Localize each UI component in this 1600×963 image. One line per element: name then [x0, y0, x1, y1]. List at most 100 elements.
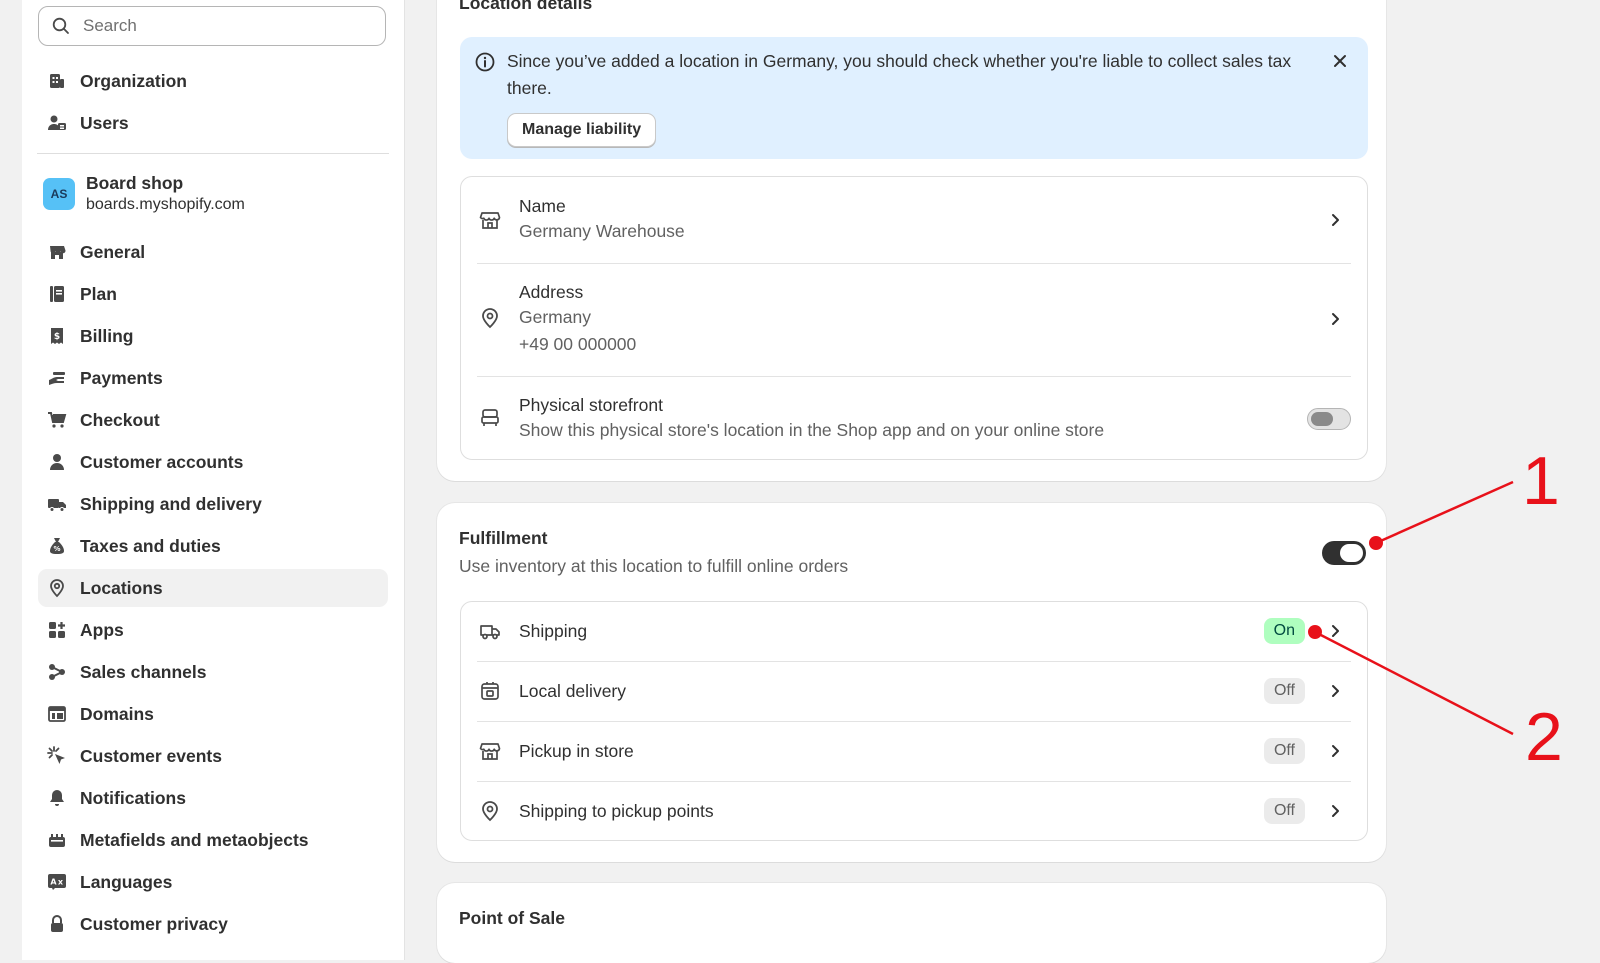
plan-icon	[46, 283, 68, 305]
name-row[interactable]: Name Germany Warehouse	[477, 177, 1351, 263]
fulfillment-title: Fulfillment	[459, 528, 548, 548]
sidebar-item-label: Users	[80, 112, 129, 133]
cursor-icon	[46, 745, 68, 767]
sidebar-item-label: Metafields and metaobjects	[80, 829, 309, 850]
sidebar-item-customer-events[interactable]: Customer events	[38, 737, 388, 775]
shipping-to-pickup-points-row[interactable]: Shipping to pickup points Off	[477, 782, 1351, 841]
sidebar-divider	[37, 153, 389, 154]
status-badge: Off	[1263, 738, 1305, 764]
name-label: Name	[519, 196, 566, 216]
avatar: AS	[43, 178, 75, 210]
store-switcher[interactable]: AS Board shop boards.myshopify.com	[40, 170, 386, 218]
location-pin-icon	[479, 307, 501, 329]
sidebar-item-label: Billing	[80, 325, 134, 346]
cart-icon	[46, 409, 68, 431]
sidebar-item-users[interactable]: Users	[38, 104, 388, 142]
address-label: Address	[519, 282, 584, 302]
sidebar-item-payments[interactable]: Payments	[38, 359, 388, 397]
chevron-right-icon	[1327, 743, 1343, 759]
sidebar-item-apps[interactable]: Apps	[38, 611, 388, 649]
sidebar-item-label: Languages	[80, 871, 173, 892]
toggle-knob	[1340, 544, 1363, 562]
sidebar-item-locations[interactable]: Locations	[38, 569, 388, 607]
manage-liability-button[interactable]: Manage liability	[507, 113, 657, 147]
truck-icon	[46, 493, 68, 515]
address-line2: +49 00 000000	[519, 334, 637, 354]
sidebar-item-notifications[interactable]: Notifications	[38, 779, 388, 817]
location-icon	[46, 577, 68, 599]
domains-icon	[46, 703, 68, 725]
tax-liability-banner: Since you’ve added a location in Germany…	[460, 37, 1368, 159]
chevron-right-icon	[1327, 683, 1343, 699]
address-line1: Germany	[519, 307, 591, 327]
truck-icon	[479, 620, 501, 642]
fulfillment-description: Use inventory at this location to fulfil…	[459, 556, 849, 576]
chevron-right-icon	[1327, 212, 1343, 228]
organization-icon	[46, 70, 68, 92]
annotation-1-label: 1	[1522, 443, 1560, 519]
metafields-icon	[46, 829, 68, 851]
bell-icon	[46, 787, 68, 809]
local-delivery-label: Local delivery	[519, 681, 626, 701]
physical-storefront-row: Physical storefront Show this physical s…	[477, 377, 1351, 461]
delivery-box-icon	[479, 680, 501, 702]
sidebar-item-label: Locations	[80, 577, 163, 598]
sales-channels-icon	[46, 661, 68, 683]
shipping-to-pickup-points-label: Shipping to pickup points	[519, 801, 714, 821]
pickup-in-store-label: Pickup in store	[519, 741, 634, 761]
sidebar-item-organization[interactable]: Organization	[38, 62, 388, 100]
location-details-title: Location details	[459, 0, 593, 13]
status-badge: Off	[1263, 678, 1305, 704]
point-of-sale-title: Point of Sale	[459, 908, 565, 928]
svg-text:%: %	[53, 545, 60, 553]
sidebar-item-label: Plan	[80, 283, 117, 304]
sidebar-item-plan[interactable]: Plan	[38, 275, 388, 313]
sidebar-item-label: Notifications	[80, 787, 186, 808]
pickup-in-store-row[interactable]: Pickup in store Off	[477, 722, 1351, 781]
person-icon	[46, 451, 68, 473]
search-input[interactable]	[81, 15, 385, 37]
sidebar-item-metafields-and-metaobjects[interactable]: Metafields and metaobjects	[38, 821, 388, 859]
banner-message: Since you’ve added a location in Germany…	[507, 51, 1292, 98]
svg-text:A: A	[50, 878, 57, 887]
sidebar-item-label: Taxes and duties	[80, 535, 221, 556]
fulfillment-toggle[interactable]	[1322, 541, 1366, 565]
sidebar-item-billing[interactable]: $ Billing	[38, 317, 388, 355]
status-badge: Off	[1263, 798, 1305, 824]
status-badge: On	[1263, 618, 1305, 644]
lock-icon	[46, 913, 68, 935]
search-box[interactable]	[38, 6, 386, 46]
users-icon	[46, 112, 68, 134]
settings-sidebar: Organization Users AS Board shop boards.…	[22, 0, 405, 960]
payments-icon	[46, 367, 68, 389]
store-url: boards.myshopify.com	[86, 196, 245, 213]
shipping-label: Shipping	[519, 621, 588, 641]
sidebar-item-domains[interactable]: Domains	[38, 695, 388, 733]
close-icon[interactable]	[1330, 51, 1350, 71]
sidebar-item-checkout[interactable]: Checkout	[38, 401, 388, 439]
sidebar-item-label: Domains	[80, 703, 154, 724]
store-icon	[479, 740, 501, 762]
sidebar-item-general[interactable]: General	[38, 233, 388, 271]
sidebar-item-customer-privacy[interactable]: Customer privacy	[38, 905, 388, 943]
location-details-list: Name Germany Warehouse Address Germany +…	[460, 176, 1368, 460]
svg-text:x: x	[58, 878, 64, 887]
name-value: Germany Warehouse	[519, 221, 685, 241]
location-pin-icon	[479, 800, 501, 822]
sidebar-item-customer-accounts[interactable]: Customer accounts	[38, 443, 388, 481]
sidebar-item-label: Customer accounts	[80, 451, 244, 472]
local-delivery-row[interactable]: Local delivery Off	[477, 662, 1351, 721]
sidebar-item-sales-channels[interactable]: Sales channels	[38, 653, 388, 691]
shipping-row[interactable]: Shipping On	[477, 602, 1351, 661]
svg-text:$: $	[54, 332, 60, 342]
tax-icon: %	[46, 535, 68, 557]
sidebar-item-label: Payments	[80, 367, 163, 388]
sidebar-item-label: Apps	[80, 619, 124, 640]
sidebar-item-languages[interactable]: Ax Languages	[38, 863, 388, 901]
search-icon	[51, 16, 71, 36]
storefront-toggle[interactable]	[1307, 408, 1351, 430]
sidebar-item-taxes-and-duties[interactable]: % Taxes and duties	[38, 527, 388, 565]
languages-icon: Ax	[46, 871, 68, 893]
sidebar-item-shipping-and-delivery[interactable]: Shipping and delivery	[38, 485, 388, 523]
address-row[interactable]: Address Germany +49 00 000000	[477, 264, 1351, 376]
